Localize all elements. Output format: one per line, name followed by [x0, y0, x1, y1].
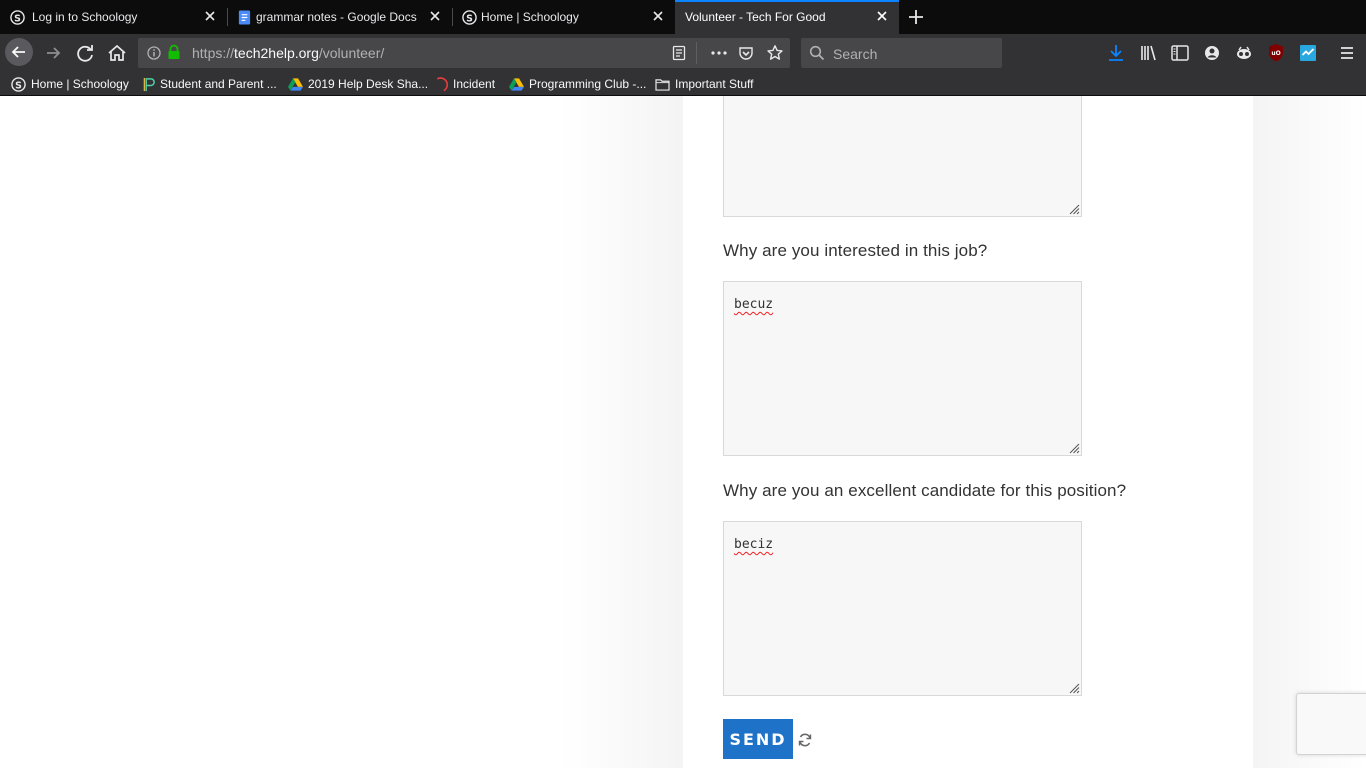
- google-docs-icon: [238, 10, 251, 25]
- bookmark-folder-important-stuff[interactable]: Important Stuff: [655, 76, 754, 92]
- tab-label: grammar notes - Google Docs: [256, 10, 417, 24]
- incident-icon: [436, 76, 448, 91]
- tab-label: Log in to Schoology: [32, 10, 138, 24]
- bookmark-programming-club[interactable]: Programming Club -...: [509, 76, 646, 92]
- info-icon[interactable]: [147, 46, 161, 60]
- folder-icon: [655, 78, 670, 91]
- arrow-left-icon: [11, 46, 25, 58]
- tab-log-in-schoology[interactable]: S Log in to Schoology: [0, 0, 227, 34]
- tab-grammar-notes[interactable]: grammar notes - Google Docs: [227, 0, 452, 34]
- bookmark-home-schoology[interactable]: S Home | Schoology: [11, 76, 129, 92]
- bookmark-label: Incident: [453, 77, 496, 91]
- close-icon[interactable]: [428, 9, 442, 23]
- account-icon[interactable]: [1198, 39, 1226, 67]
- url-path: /volunteer/: [318, 45, 385, 61]
- google-drive-icon: [288, 78, 303, 91]
- urlbar-divider: [696, 42, 697, 64]
- panel-shadow-left: [560, 96, 683, 768]
- refresh-icon: [798, 733, 812, 747]
- forward-button[interactable]: [39, 39, 67, 67]
- interest-answer-textarea[interactable]: becuz: [723, 281, 1082, 456]
- schoology-icon: S: [462, 10, 477, 25]
- candidate-answer-value: beciz: [734, 537, 774, 552]
- more-actions-icon[interactable]: [710, 45, 728, 61]
- resize-grip-icon[interactable]: [1068, 203, 1080, 215]
- reload-icon[interactable]: [71, 39, 99, 67]
- previous-answer-textarea[interactable]: [723, 96, 1082, 217]
- download-icon[interactable]: [1102, 39, 1130, 67]
- reader-view-icon[interactable]: [671, 45, 687, 61]
- lock-icon[interactable]: [167, 44, 181, 60]
- url-bar[interactable]: https://tech2help.org/volunteer/: [138, 38, 790, 68]
- search-bar[interactable]: Search: [801, 38, 1002, 68]
- question-candidate-label: Why are you an excellent candidate for t…: [723, 481, 1127, 500]
- close-icon[interactable]: [651, 9, 665, 23]
- send-button[interactable]: SEND: [723, 719, 793, 759]
- extension-icon[interactable]: [1230, 39, 1258, 67]
- schoology-icon: S: [10, 10, 25, 25]
- bookmark-help-desk[interactable]: 2019 Help Desk Sha...: [288, 76, 428, 92]
- svg-text:uO: uO: [1271, 50, 1280, 57]
- interest-answer-value: becuz: [734, 297, 774, 312]
- pocket-icon[interactable]: [738, 45, 754, 61]
- tab-home-schoology[interactable]: S Home | Schoology: [452, 0, 675, 34]
- svg-text:S: S: [15, 80, 22, 91]
- page-content: Why are you interested in this job? becu…: [0, 96, 1366, 768]
- tab-label: Volunteer - Tech For Good: [685, 10, 826, 24]
- bookmark-label: 2019 Help Desk Sha...: [308, 77, 429, 91]
- schoology-icon: S: [11, 76, 26, 92]
- bookmark-incident[interactable]: Incident: [434, 76, 495, 92]
- back-button[interactable]: [5, 38, 33, 66]
- tab-volunteer-active[interactable]: Volunteer - Tech For Good: [675, 0, 899, 34]
- library-icon[interactable]: [1134, 39, 1162, 67]
- resize-grip-icon[interactable]: [1068, 442, 1080, 454]
- url-scheme: https://: [192, 45, 235, 61]
- panel-shadow-right: [1253, 96, 1366, 768]
- candidate-answer-textarea[interactable]: beciz: [723, 521, 1082, 696]
- svg-text:S: S: [466, 13, 473, 24]
- tab-strip: S Log in to Schoology grammar notes - Go…: [0, 0, 1366, 34]
- bookmark-student-and-parent[interactable]: Student and Parent ...: [143, 76, 277, 92]
- home-icon[interactable]: [103, 39, 131, 67]
- hamburger-menu-icon[interactable]: [1333, 39, 1361, 67]
- bookmark-star-icon[interactable]: [766, 44, 784, 62]
- question-interest-label: Why are you interested in this job?: [723, 241, 988, 260]
- tab-label: Home | Schoology: [481, 10, 579, 24]
- url-domain: tech2help.org: [234, 45, 319, 61]
- search-input[interactable]: Search: [833, 46, 877, 62]
- ublock-origin-icon[interactable]: uO: [1262, 39, 1290, 67]
- bookmark-label: Home | Schoology: [31, 77, 129, 91]
- bookmark-label: Programming Club -...: [529, 77, 647, 91]
- bookmark-label: Student and Parent ...: [160, 77, 277, 91]
- p-logo-icon: [143, 77, 155, 91]
- bookmark-label: Important Stuff: [675, 77, 754, 91]
- new-tab-plus-icon[interactable]: [906, 7, 926, 27]
- svg-text:S: S: [14, 13, 21, 24]
- google-drive-icon: [509, 78, 524, 91]
- resize-grip-icon[interactable]: [1068, 682, 1080, 694]
- close-icon[interactable]: [203, 9, 217, 23]
- recaptcha-badge[interactable]: [1296, 693, 1366, 755]
- navigation-toolbar: https://tech2help.org/volunteer/ Search …: [0, 34, 1366, 72]
- sidebar-icon[interactable]: [1166, 39, 1194, 67]
- volunteer-form: Why are you interested in this job? becu…: [683, 96, 1253, 768]
- extension-blue-icon[interactable]: [1294, 39, 1322, 67]
- search-icon: [809, 45, 825, 61]
- close-icon[interactable]: [875, 9, 889, 23]
- url-text[interactable]: https://tech2help.org/volunteer/: [192, 45, 384, 61]
- bookmarks-toolbar: S Home | Schoology Student and Parent ..…: [0, 72, 1366, 96]
